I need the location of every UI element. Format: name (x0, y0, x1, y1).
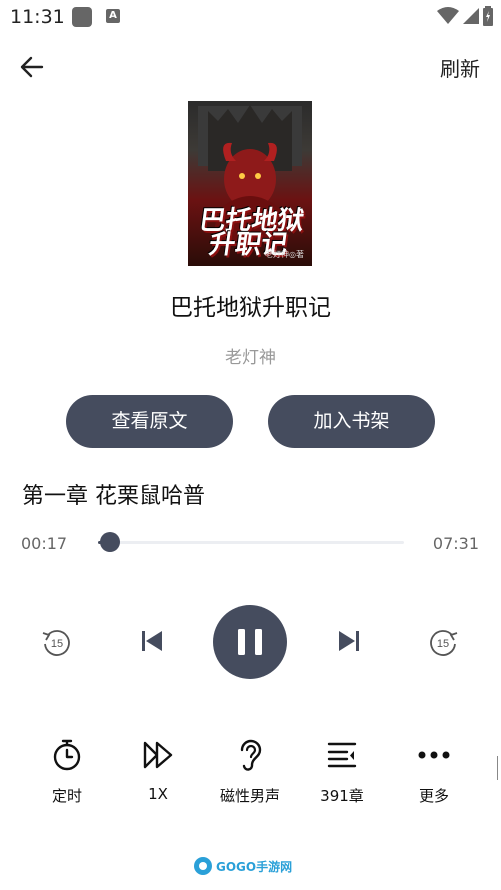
timer-button[interactable]: 定时 (22, 735, 112, 806)
watermark: GOGO手游网 (193, 856, 292, 876)
skip-previous-icon (142, 631, 162, 651)
cover-author: 老灯神◎著 (265, 250, 304, 259)
edge-mark (497, 756, 501, 780)
status-icons (437, 6, 493, 26)
signal-icon (463, 8, 479, 24)
previous-button[interactable] (140, 629, 164, 657)
arrow-left-icon (20, 56, 44, 78)
notification-icon (72, 7, 92, 27)
status-time: 11:31 (10, 6, 65, 28)
progress-track[interactable] (98, 541, 404, 544)
battery-icon (483, 6, 493, 26)
chapters-button[interactable]: 391章 (297, 735, 387, 806)
more-dots-icon (418, 751, 450, 759)
refresh-button[interactable]: 刷新 (440, 53, 480, 82)
fast-forward-icon (143, 741, 173, 769)
book-author: 老灯神 (225, 348, 276, 368)
pause-button[interactable] (213, 605, 287, 679)
total-time: 07:31 (432, 534, 479, 553)
forward-15-icon: 15 (430, 630, 458, 656)
ear-icon (240, 739, 262, 771)
more-label: 更多 (418, 787, 449, 805)
stopwatch-icon (53, 739, 81, 771)
keyboard-icon: A (106, 9, 120, 23)
next-button[interactable] (337, 629, 361, 657)
timer-label: 定时 (51, 787, 82, 805)
view-original-button[interactable]: 查看原文 (66, 395, 233, 448)
add-to-shelf-button[interactable]: 加入书架 (268, 395, 435, 448)
chapters-label: 391章 (320, 787, 364, 805)
skip-next-icon (339, 631, 359, 651)
forward-button[interactable]: 15 (428, 626, 460, 662)
speed-label: 1X (148, 785, 168, 803)
chapter-title: 第一章 花栗鼠哈普 (22, 484, 205, 509)
gogo-logo-icon (194, 857, 212, 875)
progress-thumb[interactable] (99, 532, 120, 552)
voice-label: 磁性男声 (219, 787, 280, 805)
back-button[interactable] (14, 52, 48, 82)
more-button[interactable]: 更多 (389, 735, 479, 806)
rewind-button[interactable]: 15 (40, 626, 72, 662)
forward-seconds-label: 15 (437, 638, 449, 650)
rewind-15-icon: 15 (42, 630, 70, 656)
rewind-seconds-label: 15 (51, 638, 63, 650)
book-title: 巴托地狱升职记 (170, 295, 331, 321)
voice-button[interactable]: 磁性男声 (205, 735, 295, 806)
speed-button[interactable]: 1X (113, 735, 203, 803)
wifi-icon (437, 7, 459, 24)
current-time: 00:17 (21, 534, 68, 553)
book-cover: 巴托地狱升职记 老灯神◎著 (188, 101, 312, 266)
chapter-list-icon (327, 742, 357, 768)
watermark-text: GOGO手游网 (216, 859, 293, 874)
pause-icon (238, 629, 262, 655)
